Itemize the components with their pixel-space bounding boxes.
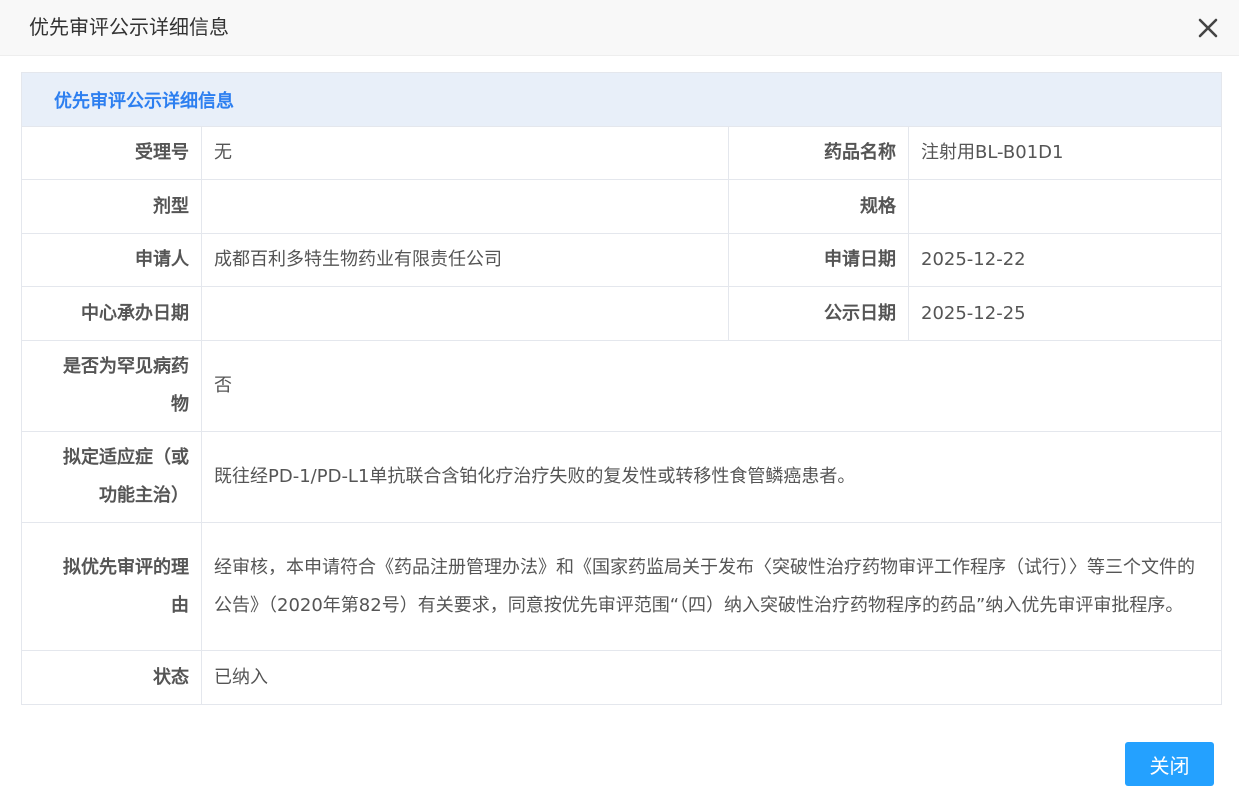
table-row: 是否为罕见病药物 否 (21, 340, 1222, 432)
dosage-form-value (201, 179, 729, 234)
application-date-value: 2025-12-22 (908, 233, 1222, 287)
acceptance-no-label: 受理号 (21, 126, 202, 180)
specification-label: 规格 (728, 179, 909, 234)
dosage-form-label: 剂型 (21, 179, 202, 234)
table-row: 中心承办日期 公示日期 2025-12-25 (21, 286, 1222, 341)
acceptance-no-value: 无 (201, 126, 729, 180)
indication-value: 既往经PD-1/PD-L1单抗联合含铂化疗治疗失败的复发性或转移性食管鳞癌患者。 (201, 431, 1222, 523)
status-label: 状态 (21, 650, 202, 705)
rare-disease-value: 否 (201, 340, 1222, 432)
table-row: 状态 已纳入 (21, 650, 1222, 705)
indication-label: 拟定适应症（或功能主治） (21, 431, 202, 523)
publicity-date-value: 2025-12-25 (908, 286, 1222, 341)
reason-label: 拟优先审评的理由 (21, 522, 202, 651)
drug-name-value: 注射用BL-B01D1 (908, 126, 1222, 180)
table-row: 申请人 成都百利多特生物药业有限责任公司 申请日期 2025-12-22 (21, 233, 1222, 287)
close-x-icon[interactable] (1194, 14, 1222, 42)
detail-table: 优先审评公示详细信息 受理号 无 药品名称 注射用BL-B01D1 剂型 规格 … (21, 72, 1222, 705)
publicity-date-label: 公示日期 (728, 286, 909, 341)
status-value: 已纳入 (201, 650, 1222, 705)
section-header: 优先审评公示详细信息 (21, 72, 1222, 127)
applicant-value: 成都百利多特生物药业有限责任公司 (201, 233, 729, 287)
center-date-value (201, 286, 729, 341)
reason-value: 经审核，本申请符合《药品注册管理办法》和《国家药监局关于发布〈突破性治疗药物审评… (201, 522, 1222, 651)
section-title: 优先审评公示详细信息 (21, 72, 1222, 127)
table-row: 拟定适应症（或功能主治） 既往经PD-1/PD-L1单抗联合含铂化疗治疗失败的复… (21, 431, 1222, 523)
rare-disease-label: 是否为罕见病药物 (21, 340, 202, 432)
table-row: 受理号 无 药品名称 注射用BL-B01D1 (21, 126, 1222, 180)
applicant-label: 申请人 (21, 233, 202, 287)
dialog-header: 优先审评公示详细信息 (0, 0, 1239, 56)
center-date-label: 中心承办日期 (21, 286, 202, 341)
drug-name-label: 药品名称 (728, 126, 909, 180)
table-row: 拟优先审评的理由 经审核，本申请符合《药品注册管理办法》和《国家药监局关于发布〈… (21, 522, 1222, 651)
dialog-title: 优先审评公示详细信息 (29, 15, 229, 39)
application-date-label: 申请日期 (728, 233, 909, 287)
table-row: 剂型 规格 (21, 179, 1222, 234)
specification-value (908, 179, 1222, 234)
close-button[interactable]: 关闭 (1125, 742, 1214, 786)
